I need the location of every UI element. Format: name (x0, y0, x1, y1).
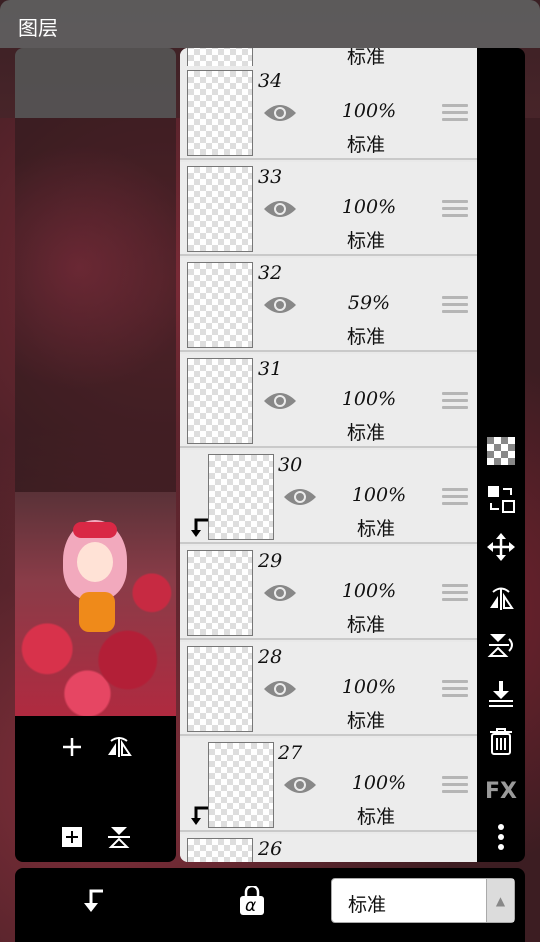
layer-opacity[interactable]: 100% (334, 580, 404, 602)
layer-mode[interactable]: 标准 (331, 226, 401, 253)
layer-mode[interactable]: 标准 (331, 130, 401, 157)
add-layer-icon[interactable] (57, 732, 87, 762)
eye-icon[interactable] (283, 486, 317, 508)
drag-handle[interactable] (442, 584, 468, 604)
layer-number: 33 (258, 166, 283, 188)
clipping-arrow-icon (190, 516, 210, 538)
layer-opacity[interactable]: 100% (344, 484, 414, 506)
layer-row[interactable]: 29 100% 标准 (180, 546, 477, 640)
layer-row[interactable]: 27 100% 标准 (180, 738, 477, 832)
left-column (15, 48, 176, 862)
trash-icon[interactable] (486, 726, 516, 756)
right-toolbar: FX (477, 48, 525, 862)
preview-character-body (79, 592, 115, 632)
clipping-icon[interactable] (78, 886, 108, 916)
canvas-peek (15, 118, 176, 492)
layer-opacity[interactable]: 100% (334, 196, 404, 218)
drag-handle[interactable] (442, 200, 468, 220)
layer-mode[interactable]: 标准 (331, 706, 401, 733)
layer-number: 29 (258, 550, 283, 572)
alpha-lock-icon[interactable]: α (235, 884, 269, 918)
drag-handle[interactable] (442, 680, 468, 700)
clipping-arrow-icon (190, 804, 210, 826)
panel-title: 图层 (18, 16, 58, 40)
eye-icon[interactable] (283, 774, 317, 796)
alpha-lock-label: α (245, 896, 257, 916)
layer-number: 34 (258, 70, 283, 92)
drag-handle[interactable] (442, 104, 468, 124)
layer-row[interactable]: 33 100% 标准 (180, 162, 477, 256)
layer-number: 26 (258, 838, 283, 860)
move-icon[interactable] (486, 532, 516, 562)
layer-row[interactable]: 28 100% 标准 (180, 642, 477, 736)
eye-icon[interactable] (263, 294, 297, 316)
blend-mode-select[interactable]: 标准 ▲ (331, 878, 515, 923)
flip-vertical-icon[interactable] (486, 630, 516, 660)
layer-mode[interactable]: 标准 (331, 322, 401, 349)
blend-mode-value: 标准 (348, 894, 387, 916)
layer-number: 32 (258, 262, 283, 284)
layer-thumbnail (187, 166, 253, 252)
layer-thumbnail (187, 838, 253, 862)
layer-opacity[interactable]: 100% (334, 676, 404, 698)
layer-row[interactable]: 26 (180, 834, 477, 862)
layer-thumbnail (187, 262, 253, 348)
layer-row[interactable]: 30 100% 标准 (180, 450, 477, 544)
merge-down-icon[interactable] (486, 678, 516, 708)
left-tools (15, 716, 176, 862)
layer-number: 31 (258, 358, 283, 380)
layer-number: 27 (278, 742, 303, 764)
layer-number: 30 (278, 454, 303, 476)
canvas-preview[interactable] (15, 492, 176, 716)
layer-thumbnail (208, 742, 274, 828)
eye-icon[interactable] (263, 102, 297, 124)
layer-list[interactable]: 标准 34 100% 标准 33 100% 标准 32 59% 标准 31 10… (180, 48, 477, 862)
eye-icon[interactable] (263, 390, 297, 412)
layer-mode[interactable]: 标准 (331, 418, 401, 445)
layer-mode[interactable]: 标准 (341, 802, 411, 829)
drag-handle[interactable] (442, 296, 468, 316)
bottom-bar: α 标准 ▲ (15, 868, 525, 942)
layer-thumbnail (187, 358, 253, 444)
preview-flower-crown (73, 522, 117, 538)
layer-row[interactable]: 32 59% 标准 (180, 258, 477, 352)
layer-row[interactable]: 34 100% 标准 (180, 66, 477, 160)
title-bar: 图层 (0, 0, 540, 48)
layer-thumbnail (187, 70, 253, 156)
layer-opacity[interactable]: 100% (334, 388, 404, 410)
layer-mode[interactable]: 标准 (341, 514, 411, 541)
layer-opacity[interactable]: 100% (344, 772, 414, 794)
layer-thumbnail (187, 550, 253, 636)
drag-handle[interactable] (442, 776, 468, 796)
drag-handle[interactable] (442, 488, 468, 508)
eye-icon[interactable] (263, 582, 297, 604)
layer-panel: 图层 标准 34 100% 标准 33 100% 标准 32 59% 标准 31… (0, 0, 540, 942)
layer-mode[interactable]: 标准 (331, 610, 401, 637)
transparency-grid-icon[interactable] (486, 436, 516, 466)
layer-thumbnail (187, 646, 253, 732)
left-top-area (15, 48, 176, 118)
layer-thumbnail (208, 454, 274, 540)
eye-icon[interactable] (263, 678, 297, 700)
flip-horizontal-icon[interactable] (104, 732, 134, 762)
new-layer-icon[interactable] (57, 822, 87, 852)
layer-row[interactable]: 31 100% 标准 (180, 354, 477, 448)
preview-character-face (77, 542, 113, 582)
flip-horizontal-icon[interactable] (486, 582, 516, 612)
layer-number: 28 (258, 646, 283, 668)
more-options-icon[interactable] (486, 822, 516, 852)
layer-opacity[interactable]: 100% (334, 100, 404, 122)
eye-icon[interactable] (263, 198, 297, 220)
flip-vertical-icon[interactable] (104, 822, 134, 852)
layer-opacity[interactable]: 59% (334, 292, 404, 314)
layer-transfer-icon[interactable] (486, 484, 516, 514)
drag-handle[interactable] (442, 392, 468, 412)
dropdown-arrow-icon[interactable]: ▲ (486, 879, 514, 922)
fx-button[interactable]: FX (485, 776, 517, 806)
